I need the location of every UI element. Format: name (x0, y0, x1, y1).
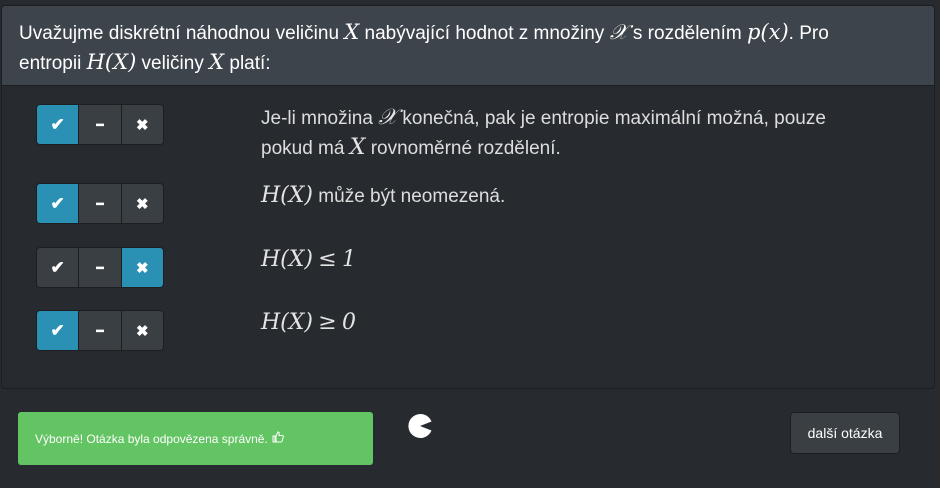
minus-icon: ━ (96, 260, 104, 275)
question-text-part: entropii (19, 53, 82, 74)
number: 1 (342, 247, 357, 272)
answer-toggle-3: ✔ ━ ✖ (36, 247, 164, 288)
answer-no-button[interactable]: ✖ (121, 184, 163, 223)
variable-x: X (349, 135, 366, 160)
answer-neutral-button[interactable]: ━ (79, 105, 122, 144)
answer-yes-button[interactable]: ✔ (37, 184, 80, 223)
relation-symbol: ≤ (318, 247, 337, 272)
answer-toggle-2: ✔ ━ ✖ (36, 183, 164, 224)
cross-icon: ✖ (136, 116, 149, 134)
question-text-part: veličiny (141, 53, 204, 74)
entropy-hx: H(X) (86, 50, 137, 74)
answer-no-button[interactable]: ✖ (121, 248, 163, 287)
success-alert: Výborně! Otázka byla odpovězena správně. (18, 412, 373, 465)
check-icon: ✔ (50, 114, 65, 134)
answer-neutral-button[interactable]: ━ (79, 311, 122, 350)
entropy-hx: H(X) (261, 183, 314, 208)
question-text: Uvažujme diskrétní náhodnou veličinu X n… (2, 6, 934, 86)
next-question-label: další otázka (807, 425, 883, 441)
answer-yes-button[interactable]: ✔ (37, 248, 80, 287)
variable-x: X (344, 20, 360, 44)
question-panel: Uvažujme diskrétní náhodnou veličinu X n… (1, 5, 935, 389)
answer-yes-button[interactable]: ✔ (37, 105, 80, 144)
cross-icon: ✖ (136, 259, 149, 277)
check-icon: ✔ (50, 193, 65, 213)
cross-icon: ✖ (136, 322, 149, 340)
answer-neutral-button[interactable]: ━ (79, 248, 122, 287)
minus-icon: ━ (96, 196, 104, 211)
relation-symbol: ≥ (318, 310, 337, 335)
minus-icon: ━ (96, 323, 104, 338)
statement-text: může být neomezená. (318, 186, 506, 207)
answer-no-button[interactable]: ✖ (121, 311, 163, 350)
set-x: 𝒳 (609, 20, 628, 44)
entropy-hx: H(X) (261, 310, 314, 335)
statement-4: H(X) ≥ 0 (261, 308, 901, 338)
statement-3: H(X) ≤ 1 (261, 245, 901, 275)
next-question-button[interactable]: další otázka (790, 412, 900, 454)
statement-text: Je-li množina (261, 108, 373, 129)
entropy-hx: H(X) (261, 247, 314, 272)
distribution-px: p(x) (746, 20, 789, 44)
check-icon: ✔ (50, 320, 65, 340)
statement-2: H(X) může být neomezená. (261, 181, 901, 211)
answer-toggle-1: ✔ ━ ✖ (36, 104, 164, 145)
minus-icon: ━ (96, 117, 104, 132)
thumbs-up-icon (272, 431, 284, 446)
number: 0 (342, 310, 357, 335)
check-icon: ✔ (50, 257, 65, 277)
statement-text: rovnoměrné rozdělení. (370, 138, 561, 159)
answer-no-button[interactable]: ✖ (121, 105, 163, 144)
success-message: Výborně! Otázka byla odpovězena správně. (35, 431, 268, 446)
question-text-part: . Pro (788, 23, 829, 44)
statement-text: konečná, pak je entropie maximální možná… (402, 108, 826, 129)
question-text-part: platí: (229, 53, 271, 74)
variable-x: X (209, 50, 225, 74)
set-x: 𝒳 (378, 105, 398, 130)
statement-text: pokud má (261, 138, 345, 159)
answer-neutral-button[interactable]: ━ (79, 184, 122, 223)
question-text-part: s rozdělením (632, 23, 742, 44)
statement-1: Je-li množina 𝒳 konečná, pak je entropie… (261, 103, 901, 163)
question-text-part: nabývající hodnot z množiny (364, 23, 605, 44)
pacman-icon (408, 414, 432, 438)
answer-yes-button[interactable]: ✔ (37, 311, 80, 350)
answer-toggle-4: ✔ ━ ✖ (36, 310, 164, 351)
question-text-part: Uvažujme diskrétní náhodnou veličinu (19, 23, 340, 44)
cross-icon: ✖ (136, 195, 149, 213)
